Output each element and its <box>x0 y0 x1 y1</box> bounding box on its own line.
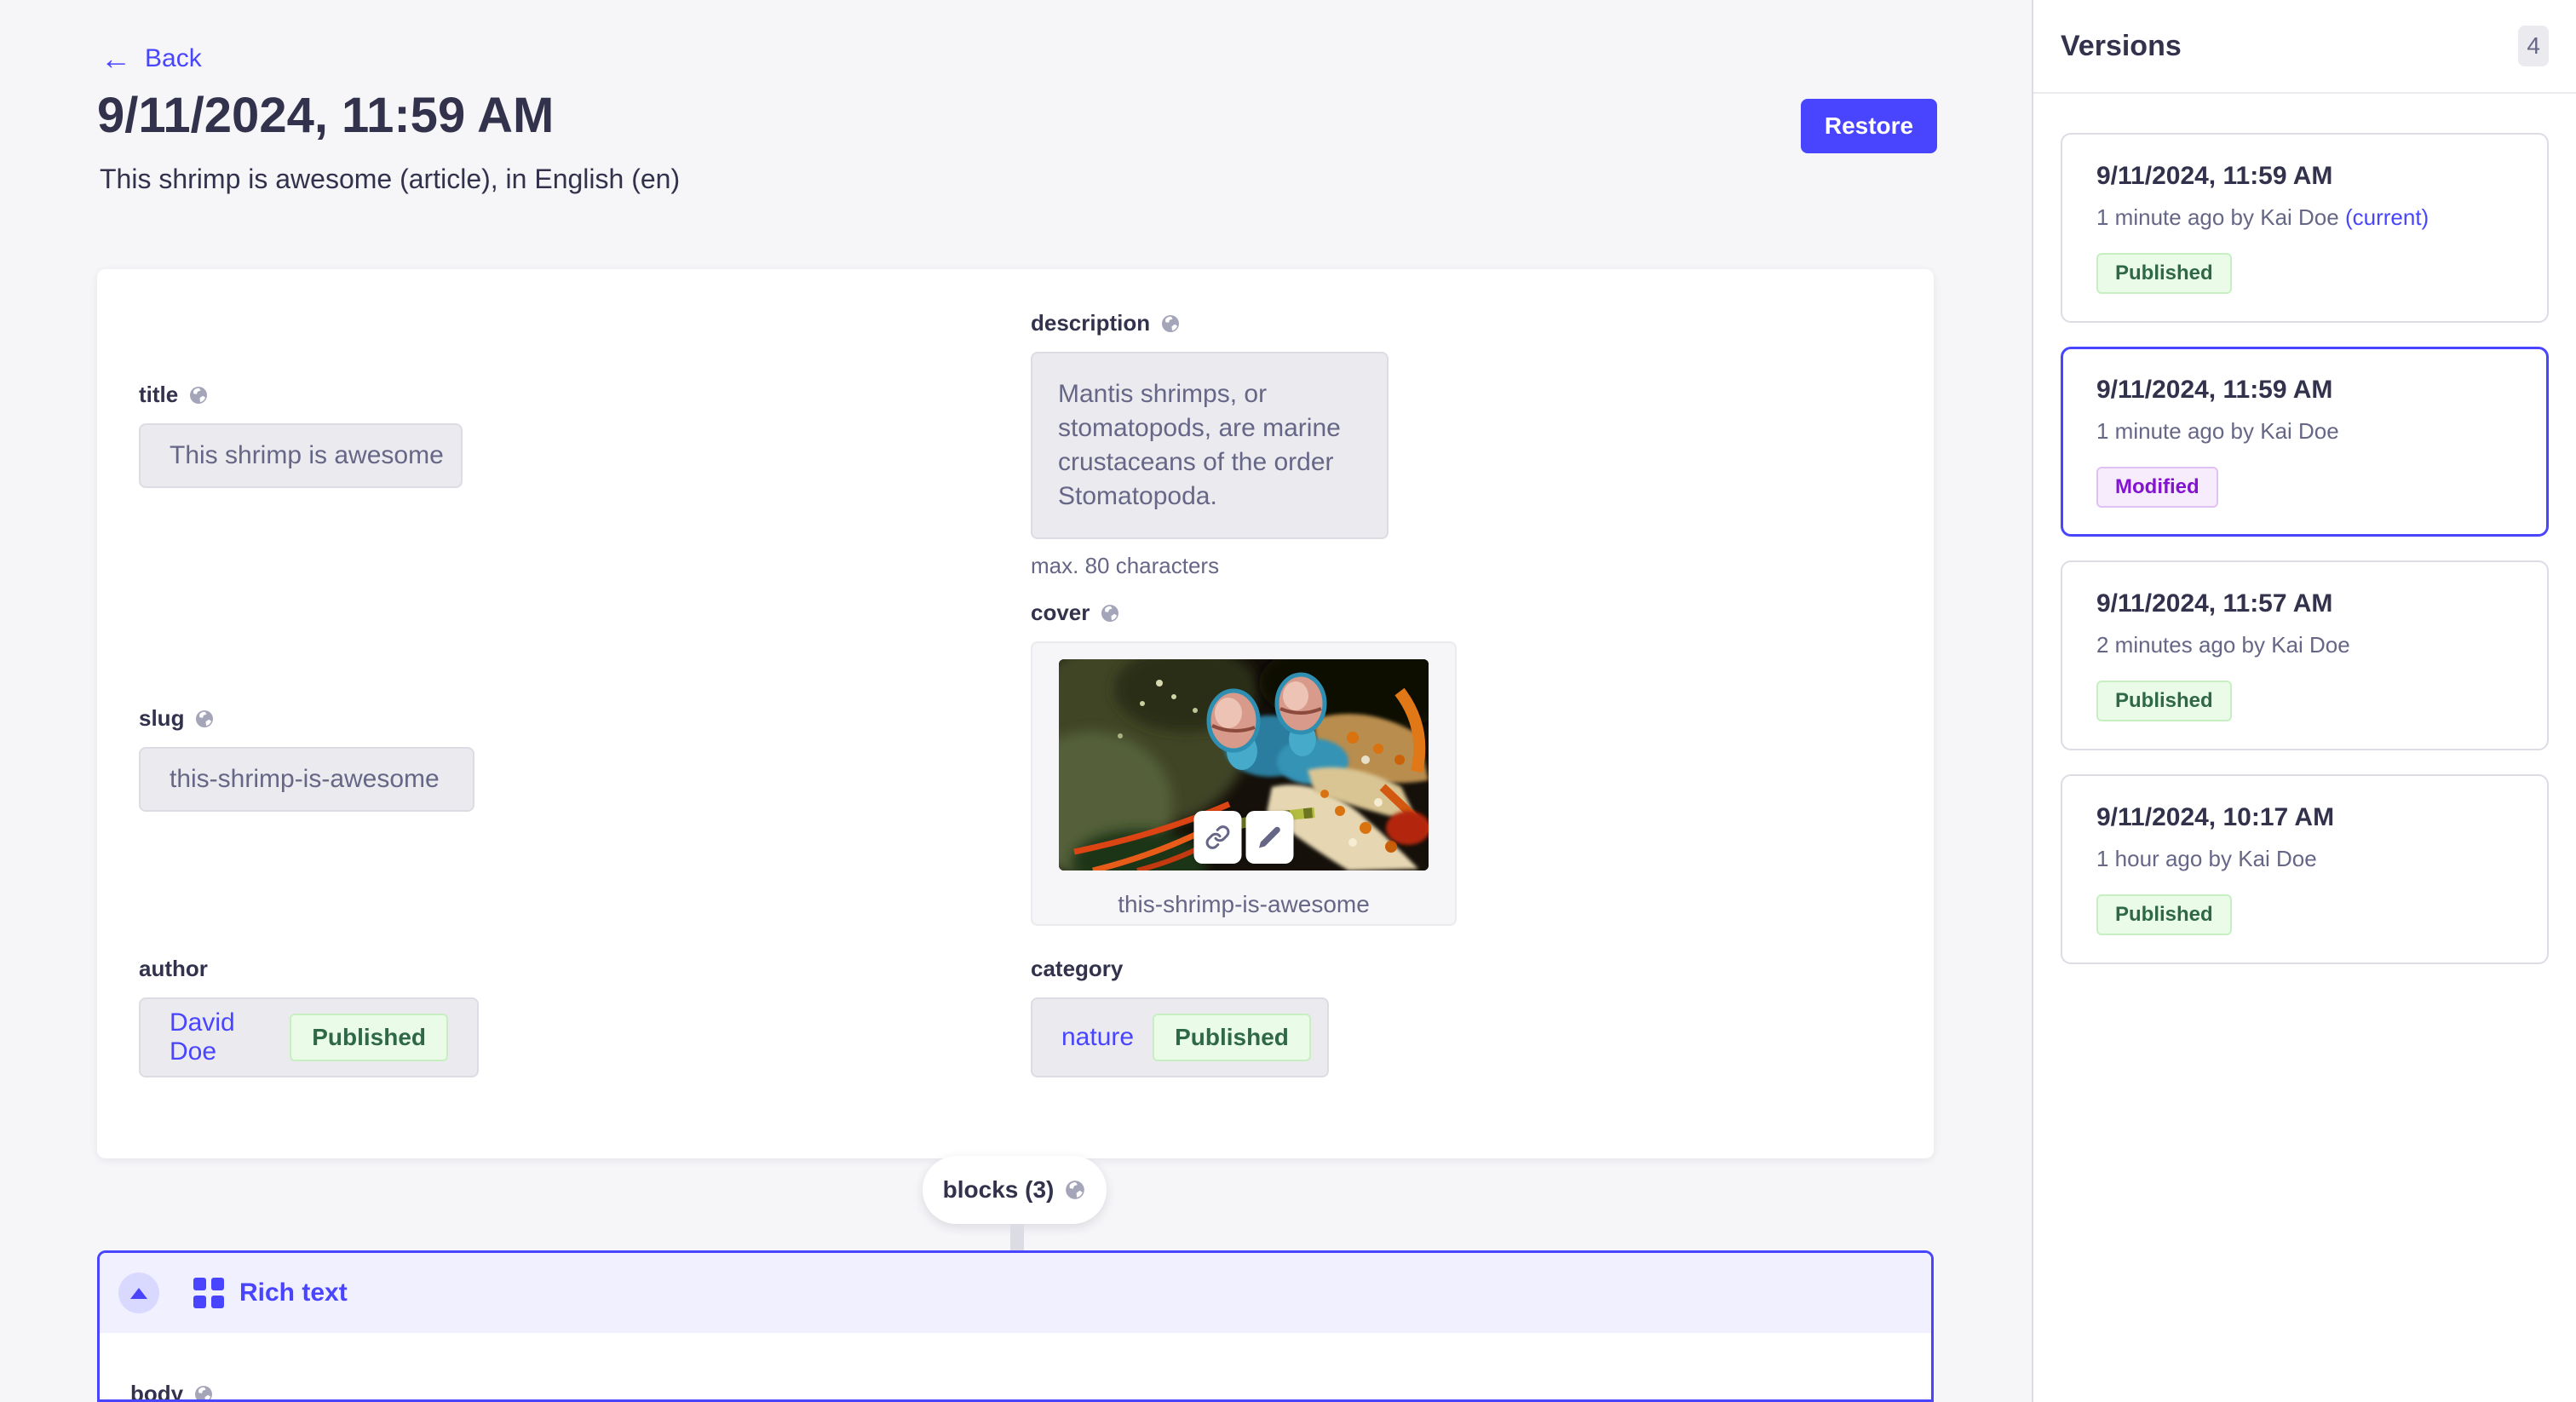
version-meta: 1 minute ago by Kai Doe <box>2096 418 2513 445</box>
globe-icon <box>194 709 215 729</box>
copy-link-button[interactable] <box>1194 811 1242 864</box>
version-current-label: (current) <box>2345 204 2429 230</box>
blocks-connector <box>1010 1224 1024 1252</box>
globe-icon <box>1160 313 1181 334</box>
author-field-label: author <box>139 956 208 982</box>
version-meta: 1 minute ago by Kai Doe (current) <box>2096 204 2513 231</box>
entry-form-card: title This shrimp is awesome description… <box>97 269 1934 1158</box>
chevron-up-icon <box>130 1288 147 1299</box>
versions-header: Versions 4 <box>2033 0 2576 94</box>
versions-count-badge: 4 <box>2518 26 2549 66</box>
page-subtitle: This shrimp is awesome (article), in Eng… <box>100 164 680 195</box>
version-card[interactable]: 9/11/2024, 11:57 AM 2 minutes ago by Kai… <box>2061 560 2549 750</box>
strapi-version-history-page: ← Back 9/11/2024, 11:59 AM This shrimp i… <box>0 0 2576 1402</box>
field-description: description Mantis shrimps, or stomatopo… <box>1031 310 1389 579</box>
collapse-toggle-button[interactable] <box>118 1273 159 1313</box>
globe-icon <box>1064 1179 1086 1201</box>
category-link[interactable]: nature <box>1061 1023 1134 1052</box>
field-cover: cover <box>1031 600 1457 926</box>
version-meta-text: 1 minute ago by Kai Doe <box>2096 204 2339 230</box>
category-status-badge: Published <box>1153 1014 1311 1061</box>
version-status-badge: Modified <box>2096 467 2218 508</box>
versions-list: 9/11/2024, 11:59 AM 1 minute ago by Kai … <box>2033 94 2576 964</box>
version-status-badge: Published <box>2096 681 2232 721</box>
back-arrow-icon: ← <box>101 46 131 72</box>
rich-text-title: Rich text <box>239 1278 348 1307</box>
slug-field-label: slug <box>139 705 184 732</box>
version-meta-text: 1 minute ago by Kai Doe <box>2096 418 2339 444</box>
field-title: title This shrimp is awesome <box>139 382 463 488</box>
component-grid-icon <box>193 1278 224 1308</box>
cover-caption: this-shrimp-is-awesome <box>1032 891 1455 918</box>
author-link[interactable]: David Doe <box>170 1008 271 1066</box>
description-field-label: description <box>1031 310 1150 336</box>
version-date: 9/11/2024, 10:17 AM <box>2096 803 2513 832</box>
category-field-label: category <box>1031 956 1123 982</box>
globe-icon <box>1100 603 1120 623</box>
version-status-badge: Published <box>2096 894 2232 935</box>
restore-button[interactable]: Restore <box>1801 99 1937 153</box>
version-meta: 1 hour ago by Kai Doe <box>2096 846 2513 872</box>
rich-text-body-area: body <box>100 1333 1931 1402</box>
cover-image <box>1059 659 1429 871</box>
version-meta-text: 1 hour ago by Kai Doe <box>2096 846 2317 871</box>
back-label: Back <box>145 44 202 73</box>
cover-card: this-shrimp-is-awesome <box>1031 641 1457 926</box>
title-input: This shrimp is awesome <box>139 423 463 488</box>
version-status-badge: Published <box>2096 253 2232 294</box>
version-card[interactable]: 9/11/2024, 11:59 AM 1 minute ago by Kai … <box>2061 133 2549 323</box>
link-icon <box>1205 825 1231 850</box>
version-meta-text: 2 minutes ago by Kai Doe <box>2096 632 2350 658</box>
page-title: 9/11/2024, 11:59 AM <box>97 87 554 144</box>
blocks-pill-label: blocks (3) <box>943 1176 1055 1204</box>
blocks-pill: blocks (3) <box>923 1156 1107 1224</box>
version-card-selected[interactable]: 9/11/2024, 11:59 AM 1 minute ago by Kai … <box>2061 347 2549 537</box>
cover-actions <box>1194 811 1294 864</box>
rich-text-accordion-header[interactable]: Rich text <box>100 1253 1931 1333</box>
version-date: 9/11/2024, 11:59 AM <box>2096 376 2513 405</box>
slug-input: this-shrimp-is-awesome <box>139 747 474 812</box>
version-date: 9/11/2024, 11:57 AM <box>2096 589 2513 618</box>
version-date: 9/11/2024, 11:59 AM <box>2096 162 2513 191</box>
globe-icon <box>188 385 209 405</box>
body-field-label: body <box>130 1381 183 1402</box>
field-category: category nature Published <box>1031 956 1329 1077</box>
field-author: author David Doe Published <box>139 956 479 1077</box>
cover-field-label: cover <box>1031 600 1090 626</box>
globe-icon <box>193 1384 214 1402</box>
versions-sidebar: Versions 4 9/11/2024, 11:59 AM 1 minute … <box>2032 0 2576 1402</box>
author-status-badge: Published <box>290 1014 448 1061</box>
back-link[interactable]: ← Back <box>101 44 202 73</box>
versions-title: Versions <box>2061 30 2182 63</box>
pencil-icon <box>1257 825 1283 850</box>
title-field-label: title <box>139 382 178 408</box>
description-textarea: Mantis shrimps, or stomatopods, are mari… <box>1031 352 1389 539</box>
description-hint: max. 80 characters <box>1031 553 1389 579</box>
author-relation-box: David Doe Published <box>139 997 479 1077</box>
rich-text-block: Rich text body <box>97 1250 1934 1402</box>
version-card[interactable]: 9/11/2024, 10:17 AM 1 hour ago by Kai Do… <box>2061 774 2549 964</box>
edit-cover-button[interactable] <box>1246 811 1294 864</box>
version-meta: 2 minutes ago by Kai Doe <box>2096 632 2513 658</box>
category-relation-box: nature Published <box>1031 997 1329 1077</box>
field-slug: slug this-shrimp-is-awesome <box>139 705 474 812</box>
